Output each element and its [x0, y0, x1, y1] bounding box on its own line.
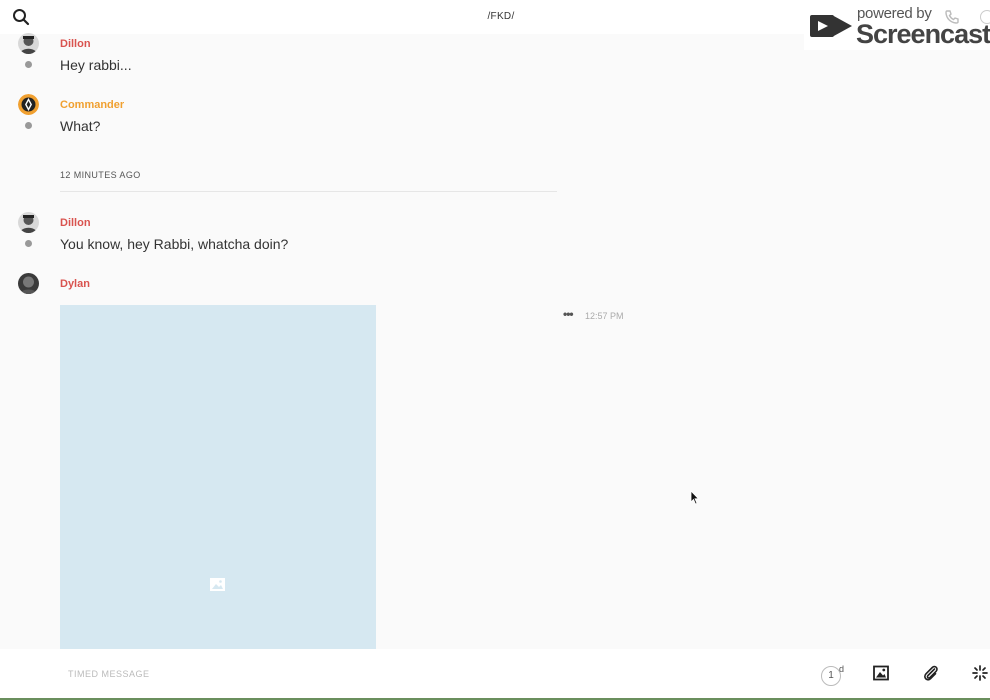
mouse-cursor-icon — [690, 490, 700, 505]
message-author[interactable]: Dillon — [60, 38, 91, 50]
brand-label: Screencastify — [856, 19, 990, 49]
status-dot — [25, 61, 32, 68]
message-author[interactable]: Dylan — [60, 278, 90, 290]
info-icon[interactable] — [980, 10, 990, 24]
dillon-avatar-icon — [18, 33, 39, 54]
timer-icon[interactable]: 1 d — [821, 664, 845, 686]
timed-message-input[interactable] — [60, 665, 760, 683]
commander-avatar-icon — [18, 94, 39, 115]
message-text: What? — [60, 118, 101, 134]
status-dot — [25, 240, 32, 247]
image-placeholder-icon — [210, 578, 225, 591]
time-divider-label: 12 MINUTES AGO — [60, 170, 141, 180]
message-timestamp: 12:57 PM — [585, 311, 624, 321]
avatar[interactable] — [18, 94, 39, 115]
time-divider-line — [60, 191, 557, 192]
message-text: Hey rabbi... — [60, 57, 132, 73]
paperclip-icon[interactable] — [923, 665, 941, 683]
timer-unit: d — [839, 664, 845, 674]
more-options-button[interactable]: ••• — [563, 308, 577, 321]
image-attachment[interactable] — [60, 305, 376, 650]
avatar[interactable] — [18, 212, 39, 233]
sparkle-icon[interactable] — [972, 665, 990, 683]
status-dot — [25, 122, 32, 129]
dillon-avatar-icon — [18, 212, 39, 233]
phone-icon[interactable] — [944, 9, 960, 25]
timer-value: 1 — [828, 670, 834, 681]
screencastify-watermark: powered by Screencastify — [804, 0, 990, 50]
avatar[interactable] — [18, 273, 39, 294]
dylan-avatar-icon — [18, 273, 39, 294]
image-icon[interactable] — [873, 665, 891, 683]
message-text: You know, hey Rabbi, whatcha doin? — [60, 236, 289, 252]
avatar[interactable] — [18, 33, 39, 54]
composer-bar: 1 d — [0, 649, 990, 698]
message-author[interactable]: Dillon — [60, 217, 91, 229]
message-author[interactable]: Commander — [60, 99, 124, 111]
screencastify-logo-icon — [810, 15, 852, 37]
